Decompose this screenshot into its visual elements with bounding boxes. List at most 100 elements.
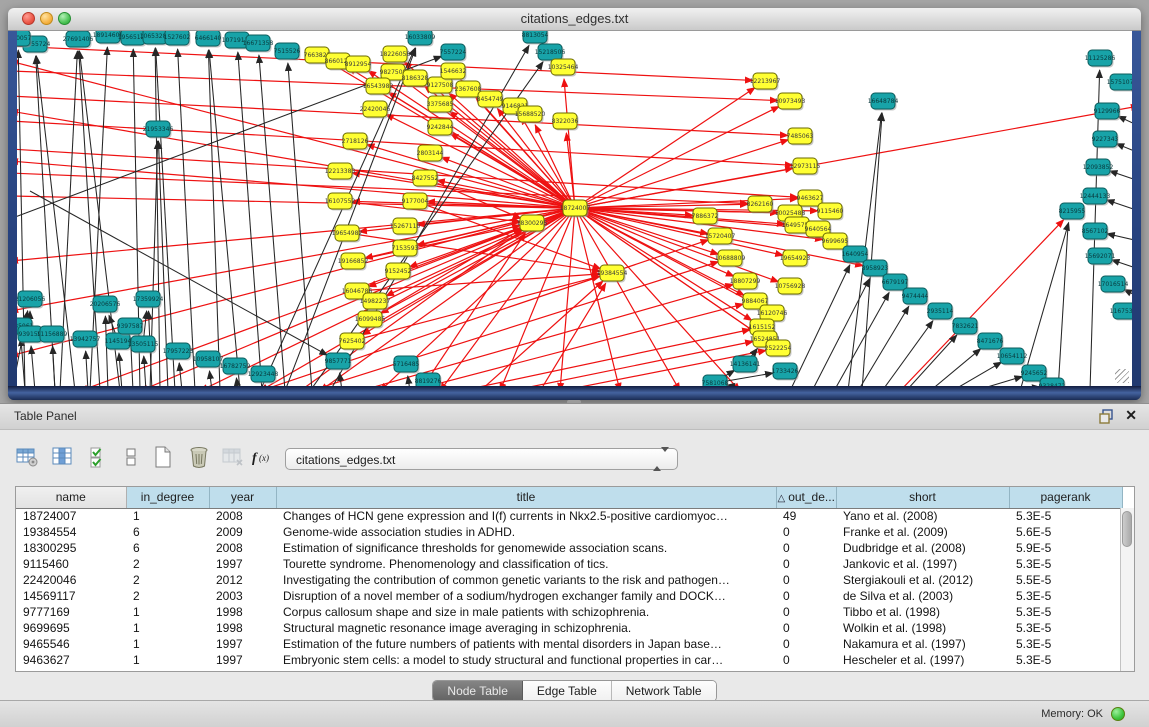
graph-node[interactable]: 12093852	[1083, 159, 1114, 177]
table-cell[interactable]: 6	[126, 524, 209, 540]
table-cell[interactable]: 0	[776, 572, 836, 588]
table-row[interactable]: 911546021997Tourette syndrome. Phenomeno…	[16, 556, 1122, 572]
table-cell[interactable]: 1	[126, 636, 209, 652]
graph-node[interactable]: 16543982	[363, 78, 394, 96]
table-cell[interactable]: de Silva et al. (2003)	[836, 588, 1009, 604]
graph-node[interactable]: 12973115	[790, 158, 821, 176]
graph-node[interactable]: 16099485	[355, 311, 386, 329]
graph-node[interactable]: 17957223	[163, 343, 194, 361]
table-cell[interactable]: Disruption of a novel member of a sodium…	[276, 588, 776, 604]
graph-node[interactable]: 11156889	[37, 326, 68, 344]
graph-node[interactable]: 18300295	[517, 215, 548, 233]
graph-node[interactable]: 19654923	[780, 250, 811, 268]
table-cell[interactable]: 9465546	[16, 636, 126, 652]
table-cell[interactable]: Genome-wide association studies in ADHD.	[276, 524, 776, 540]
table-cell[interactable]: Corpus callosum shape and size in male p…	[276, 604, 776, 620]
table-cell[interactable]: Estimation of the future numbers of pati…	[276, 636, 776, 652]
create-column-icon[interactable]	[150, 445, 176, 471]
table-cell[interactable]: Tourette syndrome. Phenomenology and cla…	[276, 556, 776, 572]
table-cell[interactable]: 5.3E-5	[1009, 604, 1122, 620]
graph-node[interactable]: 15267110	[390, 218, 421, 236]
graph-node[interactable]: 7153593	[392, 240, 419, 258]
graph-node[interactable]: 5716485	[393, 356, 420, 374]
graph-node[interactable]: 19166852	[338, 253, 369, 271]
scrollbar-thumb[interactable]	[1122, 511, 1132, 547]
table-cell[interactable]: 1998	[209, 604, 276, 620]
graph-node[interactable]: 7515526	[274, 43, 301, 61]
graph-node[interactable]: 9242844	[427, 119, 454, 137]
column-header[interactable]: name	[16, 487, 126, 508]
table-mode-icon[interactable]	[14, 445, 40, 471]
table-cell[interactable]: 2009	[209, 524, 276, 540]
graph-node[interactable]: 19384554	[597, 265, 628, 283]
table-cell[interactable]: 5.3E-5	[1009, 588, 1122, 604]
function-builder-icon[interactable]: f(x)	[250, 445, 276, 471]
table-cell[interactable]: Tibbo et al. (1998)	[836, 604, 1009, 620]
graph-node[interactable]: 9129966	[1094, 103, 1121, 121]
table-row[interactable]: 1938455462009Genome-wide association stu…	[16, 524, 1122, 540]
row-height-icon[interactable]	[118, 445, 144, 471]
table-cell[interactable]: 0	[776, 524, 836, 540]
graph-node[interactable]: 12444133	[1080, 188, 1111, 206]
graph-node[interactable]: 6466140	[195, 31, 222, 48]
graph-node[interactable]: 22420046	[360, 101, 391, 119]
table-cell[interactable]: 19384554	[16, 524, 126, 540]
table-cell[interactable]: Franke et al. (2009)	[836, 524, 1009, 540]
graph-node[interactable]: 7581068	[702, 375, 729, 386]
table-cell[interactable]: 1997	[209, 556, 276, 572]
graph-node[interactable]: 8567102	[1082, 223, 1109, 241]
graph-node[interactable]: 9328472	[1039, 378, 1066, 386]
table-cell[interactable]: Investigating the contribution of common…	[276, 572, 776, 588]
delete-column-icon[interactable]	[186, 445, 212, 471]
table-scrollbar[interactable]	[1120, 508, 1134, 671]
graph-node[interactable]: 2522254	[765, 340, 792, 358]
graph-node[interactable]: 10973493	[775, 93, 806, 111]
graph-node[interactable]: 2935114	[927, 303, 954, 321]
graph-node[interactable]: 13942757	[70, 331, 101, 349]
table-cell[interactable]: 0	[776, 588, 836, 604]
table-row[interactable]: 946554611997Estimation of the future num…	[16, 636, 1122, 652]
tab-node-table[interactable]: Node Table	[433, 681, 523, 701]
table-row[interactable]: 969969511998Structural magnetic resonanc…	[16, 620, 1122, 636]
table-cell[interactable]: 2003	[209, 588, 276, 604]
table-row[interactable]: 977716911998Corpus callosum shape and si…	[16, 604, 1122, 620]
table-cell[interactable]: 5.3E-5	[1009, 556, 1122, 572]
graph-node[interactable]: 1546632	[440, 63, 467, 81]
canvas-resize-grip-icon[interactable]	[1115, 369, 1129, 383]
graph-node[interactable]: 8912954	[345, 56, 372, 74]
graph-node[interactable]: 2718126	[342, 133, 369, 151]
graph-node[interactable]: 8215955	[1059, 203, 1086, 221]
table-cell[interactable]: 0	[776, 556, 836, 572]
graph-node[interactable]: 15692071	[1085, 248, 1116, 266]
graph-node[interactable]: 15688520	[515, 106, 546, 124]
float-panel-icon[interactable]	[1099, 408, 1115, 424]
table-cell[interactable]: 5.3E-5	[1009, 508, 1122, 524]
select-columns-icon[interactable]	[86, 445, 112, 471]
graph-node[interactable]: 3375685	[427, 96, 454, 114]
graph-node[interactable]: 7557224	[440, 44, 467, 62]
graph-node[interactable]: 10654112	[997, 348, 1028, 366]
table-cell[interactable]: 1	[126, 508, 209, 524]
graph-node[interactable]: 7886372	[692, 208, 719, 226]
graph-node[interactable]: 12213383	[325, 163, 356, 181]
table-cell[interactable]: 1997	[209, 636, 276, 652]
graph-node[interactable]: 27691406	[63, 31, 94, 49]
graph-node[interactable]: 13505115	[128, 336, 159, 354]
graph-node[interactable]: 12923448	[248, 366, 279, 384]
table-cell[interactable]: 0	[776, 652, 836, 668]
table-cell[interactable]: Structural magnetic resonance image aver…	[276, 620, 776, 636]
table-cell[interactable]: Nakamura et al. (1997)	[836, 636, 1009, 652]
table-cell[interactable]: 18724007	[16, 508, 126, 524]
graph-node[interactable]: 8813054	[522, 31, 549, 45]
table-selector[interactable]: citations_edges.txt	[285, 448, 678, 470]
table-cell[interactable]: 5.5E-5	[1009, 572, 1122, 588]
table-cell[interactable]: Stergiakouli et al. (2012)	[836, 572, 1009, 588]
graph-node[interactable]: 1733426	[772, 363, 799, 381]
graph-node[interactable]: 8454749	[477, 91, 504, 109]
column-header[interactable]: in_degree	[126, 487, 209, 508]
graph-node[interactable]: 16107552	[325, 193, 356, 211]
graph-node[interactable]: 9115460	[817, 203, 844, 221]
table-cell[interactable]: 2	[126, 556, 209, 572]
graph-node[interactable]: 7625402	[339, 333, 366, 351]
graph-node[interactable]: 8471676	[977, 333, 1004, 351]
